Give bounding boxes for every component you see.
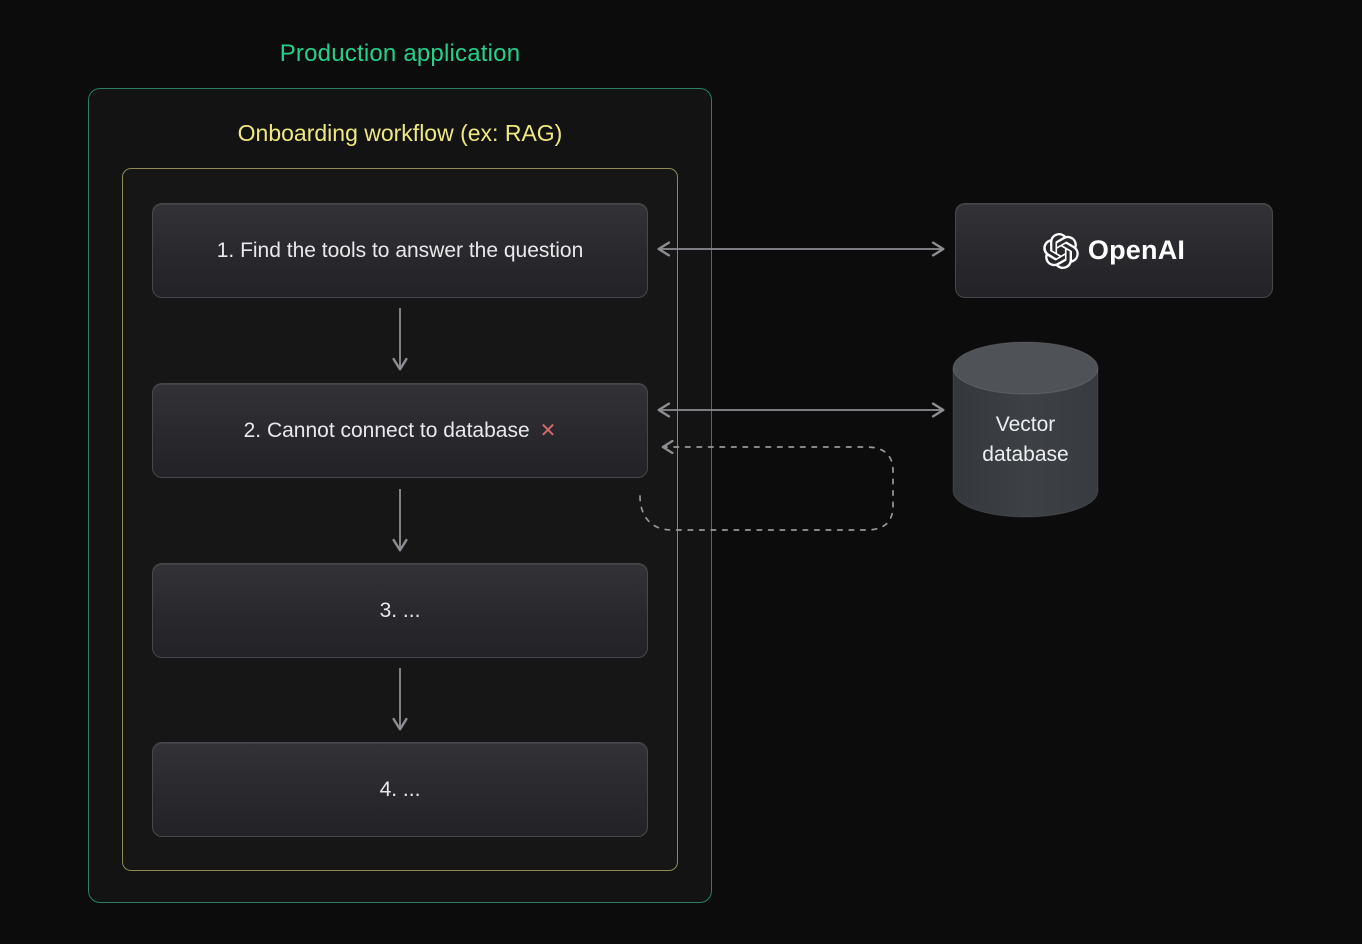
step-2-node: 2. Cannot connect to database ✕ xyxy=(152,383,648,478)
step-4-node: 4. ... xyxy=(152,742,648,837)
vector-database-label: Vector database xyxy=(955,410,1096,470)
error-x-icon: ✕ xyxy=(540,418,557,443)
step-1-node: 1. Find the tools to answer the question xyxy=(152,203,648,298)
onboarding-workflow-title: Onboarding workflow (ex: RAG) xyxy=(122,120,678,147)
openai-logo-icon xyxy=(1043,233,1079,269)
step-2-label: 2. Cannot connect to database xyxy=(244,419,530,443)
step-3-label: 3. ... xyxy=(380,599,421,623)
production-application-title: Production application xyxy=(88,40,712,68)
step-3-node: 3. ... xyxy=(152,563,648,658)
step-1-label: 1. Find the tools to answer the question xyxy=(217,239,584,263)
diagram-canvas: Production application Onboarding workfl… xyxy=(0,0,1362,944)
step-4-label: 4. ... xyxy=(380,778,421,802)
openai-node: OpenAI xyxy=(955,203,1273,298)
openai-wordmark: OpenAI xyxy=(1088,235,1185,266)
